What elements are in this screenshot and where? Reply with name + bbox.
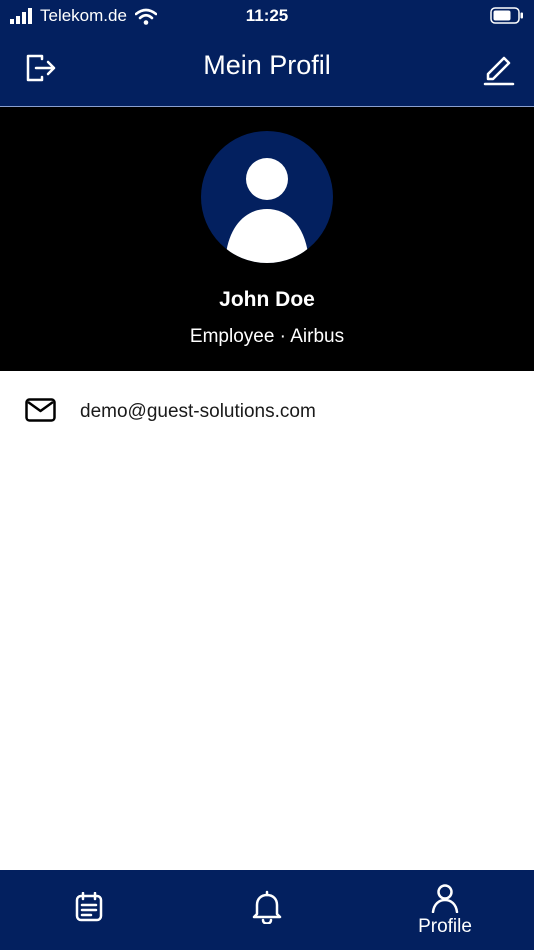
calendar-icon [75,892,103,922]
status-time: 11:25 [245,6,289,25]
tab-profile[interactable]: Profile [356,870,534,950]
email-text: demo@guest-solutions.com [80,401,316,422]
edit-button[interactable] [480,50,516,86]
tab-calendar[interactable] [0,870,178,950]
profile-header: John Doe Employee · Airbus [0,107,534,371]
bell-icon [252,890,282,924]
status-bar: Telekom.de 11:25 [0,0,534,30]
avatar [201,131,333,263]
page-title: Mein Profil [203,50,331,80]
tab-bar: Profile [0,870,534,950]
email-row[interactable]: demo@guest-solutions.com [0,386,534,438]
profile-name: John Doe [219,288,315,311]
battery-icon [490,7,523,24]
user-avatar-icon [225,158,309,263]
profile-role-company: Employee · Airbus [189,326,345,347]
app-header: Mein Profil [0,30,534,107]
edit-icon [483,56,515,86]
tab-profile-label: Profile [418,916,472,937]
person-icon [431,884,459,913]
mail-icon [25,398,56,422]
tab-notifications[interactable] [178,870,356,950]
